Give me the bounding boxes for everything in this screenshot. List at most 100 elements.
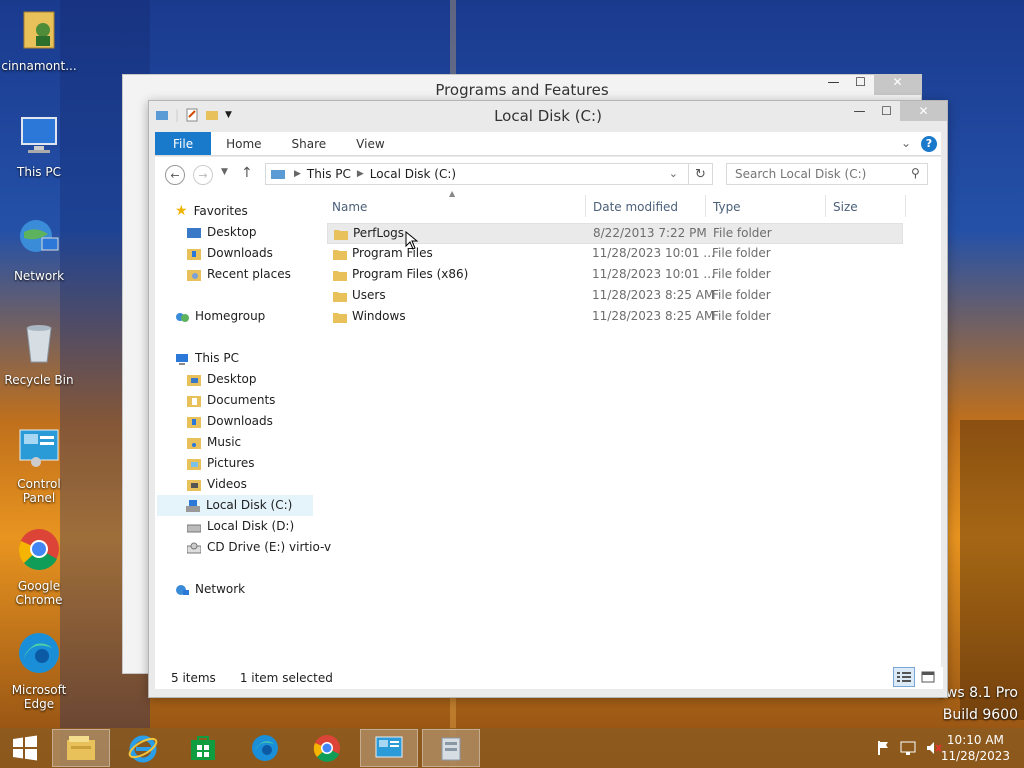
maximize-button[interactable]: ☐ — [873, 101, 900, 121]
nav-favorites-recent-places[interactable]: Recent places — [187, 264, 291, 285]
back-close-button[interactable]: ✕ — [874, 75, 921, 95]
music-folder-icon — [187, 437, 201, 449]
file-name: Program Files — [352, 246, 433, 260]
windows-watermark: ows 8.1 Pro Build 9600 — [937, 682, 1018, 726]
tab-file[interactable]: File — [155, 132, 212, 155]
column-header-size[interactable]: Size — [833, 197, 858, 217]
desktop-icon-label: Control Panel — [17, 477, 61, 505]
folder-icon — [334, 230, 348, 240]
nav-favorites[interactable]: ★ Favorites — [175, 201, 248, 222]
desktop-icon-microsoft-edge[interactable]: Microsoft Edge — [0, 630, 78, 711]
taskbar-microsoft-edge[interactable] — [236, 729, 294, 767]
file-explorer-icon — [67, 736, 95, 760]
folder-icon — [333, 271, 347, 281]
control-panel-icon — [375, 736, 403, 758]
recent-locations-icon[interactable]: ▼ — [221, 167, 228, 177]
taskbar-internet-explorer[interactable] — [114, 729, 172, 767]
table-row[interactable]: Program Files (x86) 11/28/2023 10:01 ...… — [327, 265, 903, 286]
minimize-button[interactable]: — — [846, 101, 873, 121]
column-header-name[interactable]: Name — [332, 197, 367, 217]
cd-drive-icon — [187, 542, 201, 553]
search-input[interactable] — [726, 163, 928, 185]
taskbar-google-chrome[interactable] — [298, 729, 356, 767]
column-header-date-modified[interactable]: Date modified — [593, 197, 678, 217]
column-header-type[interactable]: Type — [713, 197, 741, 217]
nav-local-disk-c[interactable]: Local Disk (C:) — [157, 495, 313, 516]
tab-share[interactable]: Share — [277, 132, 342, 155]
close-button[interactable]: ✕ — [900, 101, 947, 121]
file-explorer-window[interactable]: | ▼ Local Disk (C:) — ☐ ✕ File Home Shar… — [148, 100, 948, 698]
search-icon[interactable]: ⚲ — [911, 166, 920, 180]
action-center-flag-icon[interactable] — [876, 740, 890, 756]
nav-local-disk-d[interactable]: Local Disk (D:) — [187, 516, 294, 537]
downloads-folder-icon — [187, 416, 201, 428]
nav-favorites-downloads[interactable]: Downloads — [187, 243, 273, 264]
folder-icon — [333, 250, 347, 260]
taskbar-file-explorer[interactable] — [52, 729, 110, 767]
table-row[interactable]: Users 11/28/2023 8:25 AM File folder — [327, 286, 903, 307]
details-view-icon — [897, 672, 911, 682]
help-icon[interactable]: ? — [921, 136, 937, 152]
recent-places-icon — [187, 269, 201, 281]
nav-this-pc-pictures[interactable]: Pictures — [187, 453, 255, 474]
nav-this-pc-videos[interactable]: Videos — [187, 474, 247, 495]
window-title: Local Disk (C:) — [494, 107, 602, 125]
file-name: PerfLogs — [353, 226, 405, 240]
large-icons-view-button[interactable] — [917, 667, 939, 687]
desktop-icon-network[interactable]: Network — [0, 216, 78, 283]
breadcrumb-this-pc[interactable]: This PC — [307, 167, 351, 181]
desktop-icon-label: Network — [13, 269, 65, 283]
start-button[interactable] — [0, 729, 50, 767]
nav-this-pc-music[interactable]: Music — [187, 432, 241, 453]
watermark-edition: ows 8.1 Pro — [937, 685, 1018, 701]
folder-icon — [333, 313, 347, 323]
desktop-folder-icon — [187, 374, 201, 386]
forward-button[interactable]: → — [193, 165, 213, 185]
title-bar[interactable]: | ▼ Local Disk (C:) — ☐ ✕ — [149, 101, 947, 131]
taskbar-control-panel[interactable] — [360, 729, 418, 767]
address-bar[interactable]: ▶ This PC ▶ Local Disk (C:) ⌄ — [265, 163, 689, 185]
expand-ribbon-icon[interactable]: ⌄ — [901, 136, 911, 150]
taskbar-programs-and-features[interactable] — [422, 729, 480, 767]
nav-favorites-desktop[interactable]: Desktop — [187, 222, 257, 243]
watermark-build: Build 9600 — [942, 707, 1018, 723]
refresh-button[interactable]: ↻ — [689, 163, 713, 185]
nav-this-pc[interactable]: This PC — [175, 348, 239, 369]
tab-home[interactable]: Home — [211, 132, 276, 155]
pictures-folder-icon — [187, 458, 201, 470]
desktop-icon-google-chrome[interactable]: Google Chrome — [0, 526, 78, 607]
file-name: Users — [352, 288, 386, 302]
clock-date: 11/28/2023 — [940, 749, 1010, 763]
nav-this-pc-downloads[interactable]: Downloads — [187, 411, 273, 432]
nav-cd-drive-e[interactable]: CD Drive (E:) virtio-v — [187, 537, 331, 558]
table-row[interactable]: Windows 11/28/2023 8:25 AM File folder — [327, 307, 903, 328]
taskbar-store[interactable] — [174, 729, 232, 767]
drive-icon — [271, 170, 285, 179]
taskbar-clock[interactable]: 10:10 AM 11/28/2023 — [941, 732, 1010, 764]
nav-this-pc-documents[interactable]: Documents — [187, 390, 275, 411]
file-date: 11/28/2023 8:25 AM — [592, 309, 715, 323]
volume-muted-icon[interactable] — [926, 740, 942, 756]
up-button[interactable]: ↑ — [241, 165, 253, 181]
videos-folder-icon — [187, 479, 201, 491]
file-date: 11/28/2023 10:01 ... — [592, 246, 715, 260]
network-status-icon[interactable] — [900, 740, 916, 756]
breadcrumb-local-disk[interactable]: Local Disk (C:) — [370, 167, 456, 181]
back-button[interactable]: ← — [165, 165, 185, 185]
nav-this-pc-desktop[interactable]: Desktop — [187, 369, 257, 390]
details-view-button[interactable] — [893, 667, 915, 687]
back-minimize-button[interactable]: — — [820, 75, 847, 95]
tab-view[interactable]: View — [341, 132, 399, 155]
file-type: File folder — [712, 267, 771, 281]
desktop-icon-this-pc[interactable]: This PC — [0, 112, 78, 179]
star-icon: ★ — [175, 203, 188, 219]
system-tray — [876, 740, 942, 756]
desktop-icon-control-panel[interactable]: Control Panel — [0, 424, 78, 505]
address-dropdown-icon[interactable]: ⌄ — [669, 167, 678, 180]
desktop-icon-recycle-bin[interactable]: Recycle Bin — [0, 320, 78, 387]
back-maximize-button[interactable]: ☐ — [847, 75, 874, 95]
nav-network[interactable]: Network — [175, 579, 245, 600]
desktop-icon-user-folder[interactable]: cinnamont... — [0, 6, 78, 73]
desktop-icon-label: Recycle Bin — [4, 373, 74, 387]
nav-homegroup[interactable]: Homegroup — [175, 306, 265, 327]
